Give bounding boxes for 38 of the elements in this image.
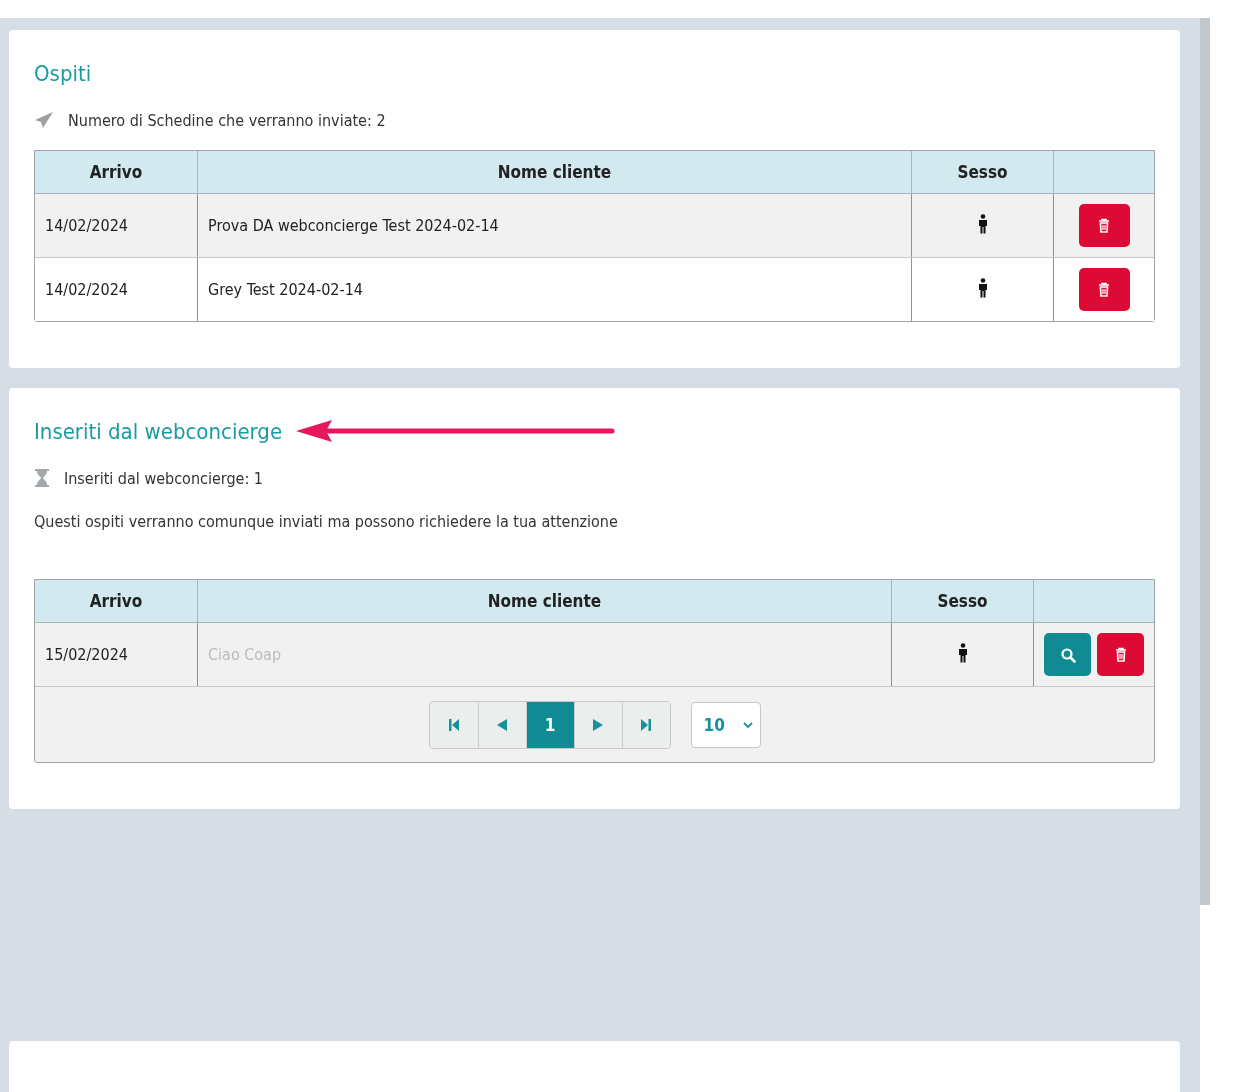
page-size-select[interactable]: 10 bbox=[690, 701, 761, 748]
column-header: Arrivo bbox=[35, 580, 198, 623]
column-header: Arrivo bbox=[35, 151, 198, 194]
hourglass-icon bbox=[34, 468, 50, 488]
column-header: Nome cliente bbox=[197, 580, 892, 623]
triangle-right-icon bbox=[591, 716, 605, 733]
skip-end-icon bbox=[639, 716, 653, 733]
triangle-left-icon bbox=[495, 716, 509, 733]
info-text: Inseriti dal webconcierge: 1 bbox=[64, 468, 263, 488]
table-cell: 15/02/2024 bbox=[35, 622, 198, 687]
trash-icon bbox=[1096, 281, 1112, 298]
column-header: Nome cliente bbox=[197, 151, 912, 194]
person-icon bbox=[956, 642, 969, 663]
table-cell: Grey Test 2024-02-14 bbox=[197, 257, 912, 321]
table-cell: Prova DA webconcierge Test 2024-02-14 bbox=[197, 193, 912, 258]
trash-icon bbox=[1096, 217, 1112, 234]
section-title: Ospiti bbox=[34, 60, 92, 86]
scrollbar[interactable] bbox=[1200, 18, 1210, 905]
delete-button[interactable] bbox=[1097, 633, 1144, 676]
search-button[interactable] bbox=[1044, 633, 1091, 676]
page-button[interactable]: 1 bbox=[525, 701, 574, 748]
search-icon bbox=[1059, 646, 1076, 663]
table-cell: 14/02/2024 bbox=[35, 257, 198, 321]
delete-button[interactable] bbox=[1078, 204, 1130, 247]
paper-plane-icon bbox=[34, 111, 54, 129]
person-icon bbox=[976, 213, 989, 234]
column-header: Sesso bbox=[891, 580, 1034, 623]
last-page-button[interactable] bbox=[621, 701, 670, 748]
info-text: Numero di Schedine che verranno inviate: 2 bbox=[68, 110, 386, 130]
chevron-down-icon bbox=[741, 720, 754, 729]
note-text: Questi ospiti verranno comunque inviati ma possono richiedere la tua attenzione bbox=[34, 512, 619, 531]
section-title: Inseriti dal webconcierge bbox=[34, 418, 283, 444]
delete-button[interactable] bbox=[1078, 268, 1130, 311]
person-icon bbox=[976, 277, 989, 298]
table-cell: Ciao Coap bbox=[197, 622, 892, 687]
column-header: Sesso bbox=[911, 151, 1054, 194]
skip-start-icon bbox=[446, 716, 461, 733]
table-cell: 14/02/2024 bbox=[35, 193, 198, 258]
